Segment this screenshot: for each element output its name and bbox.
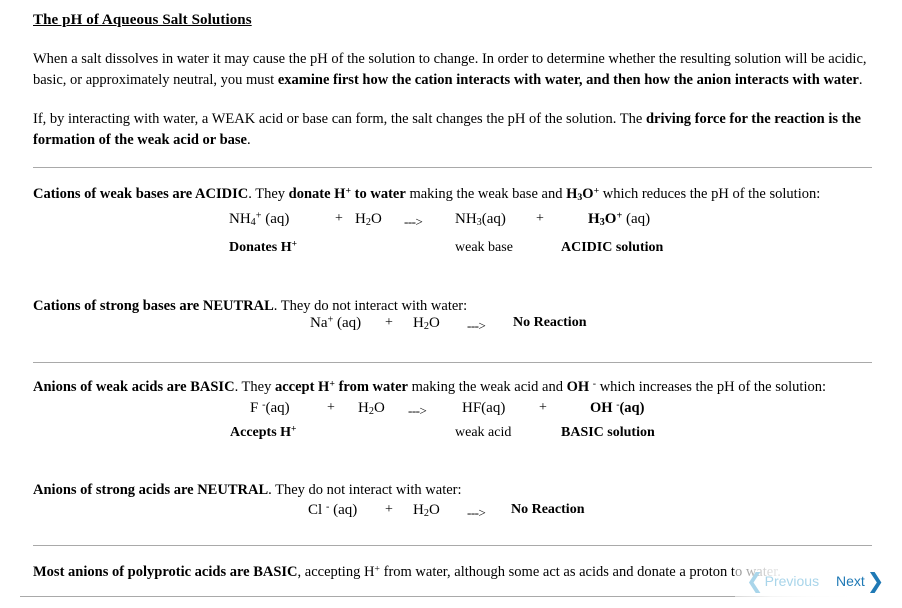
eq4-arrow: ---> xyxy=(467,505,486,520)
heading-bold-strong-bases: Cations of strong bases are NEUTRAL xyxy=(33,298,274,314)
eq4-product-1: No Reaction xyxy=(511,502,585,517)
heading-bold-strong-acids: Anions of strong acids are NEUTRAL xyxy=(33,482,269,498)
eq1-plus-2: + xyxy=(536,211,544,226)
eq1-arrow: ---> xyxy=(404,214,423,229)
intro-paragraph-1: When a salt dissolves in water it may ca… xyxy=(33,49,872,90)
heading-formula-h3o: H3O+ xyxy=(566,185,600,204)
heading-bold-accept: accept H+ from water xyxy=(275,379,408,395)
eq2-product-1: No Reaction xyxy=(513,315,587,330)
eq2-arrow: ---> xyxy=(467,318,486,333)
heading-bold-weak-acids: Anions of weak acids are BASIC xyxy=(33,379,235,395)
eq1-label-middle: weak base xyxy=(455,240,513,255)
heading-rest-1: . They xyxy=(248,186,289,202)
eq3-product-2: OH -(aq) xyxy=(590,399,645,416)
divider-3 xyxy=(33,545,872,546)
eq1-product-2: H3O+ (aq) xyxy=(588,210,651,229)
heading-rest-weak-acids-1: . They xyxy=(234,379,275,395)
heading-rest-weak-acids-2: making the weak acid and xyxy=(407,379,567,395)
eq3-plus-2: + xyxy=(539,400,547,415)
intro-2-run-3: . xyxy=(247,131,251,148)
previous-button[interactable]: ❮ Previous xyxy=(746,571,819,592)
next-button-label: Next xyxy=(836,573,865,589)
heading-donate-text-2: to water xyxy=(351,186,406,202)
divider-2 xyxy=(33,362,872,363)
heading-rest-3: which reduces the pH of the solution: xyxy=(599,186,821,202)
eq1-reactant-1: NH4+ (aq) xyxy=(229,210,290,229)
heading-polyprotic-rest-1: , accepting H xyxy=(297,564,375,580)
heading-accept-text: accept H xyxy=(274,379,330,395)
section-heading-anions-weak-acids: Anions of weak acids are BASIC. They acc… xyxy=(33,377,878,398)
heading-bold-lead: Cations of weak bases are ACIDIC xyxy=(33,186,249,202)
intro-1-run-2: examine first how the cation interacts w… xyxy=(277,71,859,88)
eq1-plus-1: + xyxy=(335,211,343,226)
next-button[interactable]: Next ❯ xyxy=(836,571,884,592)
eq1-product-1: NH3(aq) xyxy=(455,211,506,229)
eq1-reactant-2: H2O xyxy=(355,211,382,229)
eq2-plus-1: + xyxy=(385,315,393,330)
page-title: The pH of Aqueous Salt Solutions xyxy=(33,12,252,28)
eq3-label-middle: weak acid xyxy=(455,425,512,440)
section-heading-cations-strong-bases: Cations of strong bases are NEUTRAL. The… xyxy=(33,296,878,317)
eq1-label-right: ACIDIC solution xyxy=(561,240,664,255)
heading-bold-polyprotic: Most anions of polyprotic acids are BASI… xyxy=(33,564,298,580)
eq3-label-right: BASIC solution xyxy=(561,425,655,440)
chevron-right-icon: ❯ xyxy=(866,569,885,593)
eq2-reactant-1: Na+ (aq) xyxy=(310,314,362,331)
heading-formula-oh: OH - xyxy=(566,378,597,395)
chevron-left-icon: ❮ xyxy=(746,569,764,593)
intro-1-run-3: . xyxy=(858,71,863,88)
heading-rest-strong-acids: . They do not interact with water: xyxy=(268,482,462,498)
eq3-product-1: HF(aq) xyxy=(462,400,506,416)
heading-polyprotic-rest-2: from water, although some act as acids a… xyxy=(379,564,781,580)
eq3-label-left: Accepts H+ xyxy=(230,424,297,440)
intro-paragraph-2: If, by interacting with water, a WEAK ac… xyxy=(33,109,872,150)
eq4-reactant-1: Cl - (aq) xyxy=(308,501,358,518)
heading-rest-2: making the weak base and xyxy=(405,186,567,202)
heading-accept-text-2: from water xyxy=(334,379,408,395)
eq3-plus-1: + xyxy=(327,400,335,415)
heading-rest-strong-bases: . They do not interact with water: xyxy=(273,298,468,314)
document-body: The pH of Aqueous Salt Solutions When a … xyxy=(33,0,872,151)
intro-2-run-1: If, by interacting with water, a WEAK ac… xyxy=(33,111,646,128)
eq2-reactant-2: H2O xyxy=(413,315,440,333)
divider-1 xyxy=(33,167,872,168)
eq1-label-left: Donates H+ xyxy=(229,239,298,255)
eq3-arrow: ---> xyxy=(408,403,427,418)
heading-rest-weak-acids-3: which increases the pH of the solution: xyxy=(596,379,826,395)
section-heading-cations-weak-bases: Cations of weak bases are ACIDIC. They d… xyxy=(33,184,878,205)
section-heading-anions-strong-acids: Anions of strong acids are NEUTRAL. They… xyxy=(33,480,878,501)
eq3-reactant-1: F -(aq) xyxy=(250,399,290,416)
eq3-reactant-2: H2O xyxy=(358,400,385,418)
eq4-plus-1: + xyxy=(385,502,393,517)
heading-donate-text: donate H xyxy=(288,186,346,202)
slide-page: The pH of Aqueous Salt Solutions When a … xyxy=(0,0,902,608)
heading-bold-donate: donate H+ to water xyxy=(289,186,406,202)
previous-button-label: Previous xyxy=(764,573,820,589)
eq4-reactant-2: H2O xyxy=(413,502,440,520)
